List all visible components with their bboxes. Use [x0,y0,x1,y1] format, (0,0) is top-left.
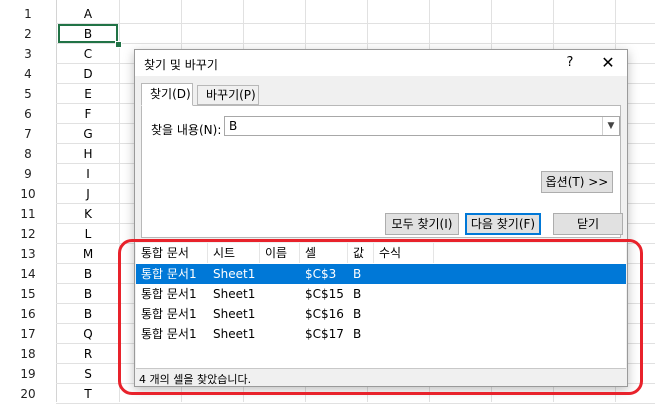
result-value: B [353,267,362,281]
sheet-row[interactable]: 1A [0,4,655,24]
result-value: B [353,307,362,321]
find-what-value: B [229,119,238,133]
row-number[interactable]: 20 [0,384,56,404]
result-name [260,304,300,324]
result-cell: $C$15 [305,287,344,301]
row-number[interactable]: 11 [0,204,56,224]
result-workbook: 통합 문서1 [141,307,197,321]
cell[interactable]: L [57,224,119,244]
column-header-workbook[interactable]: 통합 문서 [136,243,208,263]
cell[interactable]: H [57,144,119,164]
chevron-down-icon[interactable]: ▼ [602,117,619,135]
cell[interactable]: K [57,204,119,224]
cell[interactable]: D [57,64,119,84]
cell[interactable]: B [57,264,119,284]
help-icon[interactable]: ? [559,52,581,74]
row-number[interactable]: 4 [0,64,56,84]
cell[interactable]: T [57,384,119,404]
result-sheet: Sheet1 [213,327,256,341]
cell[interactable]: R [57,344,119,364]
row-number[interactable]: 1 [0,4,56,24]
results-header: 통합 문서 시트 이름 셀 값 수식 [136,243,626,263]
result-value: B [353,327,362,341]
result-sheet: Sheet1 [213,307,256,321]
cell[interactable]: B [57,304,119,324]
column-header-formula[interactable]: 수식 [374,243,434,263]
row-number[interactable]: 3 [0,44,56,64]
result-workbook: 통합 문서1 [141,267,197,281]
status-text: 4 개의 셀을 찾았습니다. [139,373,252,386]
cell[interactable]: Q [57,324,119,344]
row-number[interactable]: 10 [0,184,56,204]
row-number[interactable]: 14 [0,264,56,284]
result-cell: $C$17 [305,327,344,341]
status-bar: 4 개의 셀을 찾았습니다. [136,368,626,386]
row-number[interactable]: 18 [0,344,56,364]
result-workbook: 통합 문서1 [141,287,197,301]
results-list[interactable]: 통합 문서 시트 이름 셀 값 수식 통합 문서1 Sheet1 $C$3 B … [136,243,626,368]
row-number[interactable]: 5 [0,84,56,104]
row-number[interactable]: 8 [0,144,56,164]
cell[interactable]: M [57,244,119,264]
cell[interactable]: A [57,4,119,24]
row-number[interactable]: 9 [0,164,56,184]
column-header-value[interactable]: 값 [348,243,374,263]
find-replace-dialog: 찾기 및 바꾸기 ? ✕ 찾기(D) 바꾸기(P) 찾을 내용(N): B ▼ … [134,49,628,387]
cell[interactable]: F [57,104,119,124]
tab-find[interactable]: 찾기(D) [141,83,193,106]
row-number[interactable]: 6 [0,104,56,124]
column-header-name[interactable]: 이름 [260,243,300,263]
cell[interactable]: C [57,44,119,64]
cell[interactable]: S [57,364,119,384]
result-sheet: Sheet1 [213,287,256,301]
result-formula [374,324,434,344]
row-number[interactable]: 7 [0,124,56,144]
result-name [260,264,300,284]
result-cell: $C$3 [305,267,337,281]
result-sheet: Sheet1 [213,267,256,281]
result-name [260,324,300,344]
row-number[interactable]: 17 [0,324,56,344]
cell[interactable]: G [57,124,119,144]
result-row[interactable]: 통합 문서1 Sheet1 $C$3 B [136,264,626,284]
result-cell: $C$16 [305,307,344,321]
dialog-titlebar[interactable]: 찾기 및 바꾸기 ? ✕ [135,50,627,76]
sheet-row[interactable]: 20 T [0,384,655,404]
active-cell-outline [58,24,118,43]
cell[interactable]: E [57,84,119,104]
result-value: B [353,287,362,301]
result-row[interactable]: 통합 문서1 Sheet1 $C$17 B [136,324,626,344]
column-header-sheet[interactable]: 시트 [208,243,260,263]
cell[interactable]: I [57,164,119,184]
row-number[interactable]: 12 [0,224,56,244]
close-button[interactable]: 닫기 [553,213,623,235]
row-number[interactable]: 2 [0,24,56,44]
options-button[interactable]: 옵션(T) >> [541,171,613,193]
result-formula [374,264,434,284]
dialog-title: 찾기 및 바꾸기 [144,58,218,72]
close-icon[interactable]: ✕ [595,52,621,74]
row-number[interactable]: 13 [0,244,56,264]
result-row[interactable]: 통합 문서1 Sheet1 $C$16 B [136,304,626,324]
row-number[interactable]: 19 [0,364,56,384]
result-row[interactable]: 통합 문서1 Sheet1 $C$15 B [136,284,626,304]
row-number[interactable]: 16 [0,304,56,324]
find-what-input[interactable]: B ▼ [224,116,620,136]
find-all-button[interactable]: 모두 찾기(I) [385,213,459,235]
column-header-cell[interactable]: 셀 [300,243,348,263]
cell[interactable]: J [57,184,119,204]
find-next-button[interactable]: 다음 찾기(F) [465,213,541,235]
cell[interactable]: B [57,284,119,304]
tab-replace[interactable]: 바꾸기(P) [197,85,259,105]
find-what-label: 찾을 내용(N): [151,123,222,137]
row-number[interactable]: 15 [0,284,56,304]
result-formula [374,304,434,324]
result-workbook: 통합 문서1 [141,327,197,341]
fill-handle[interactable] [115,41,122,48]
result-name [260,284,300,304]
result-formula [374,284,434,304]
